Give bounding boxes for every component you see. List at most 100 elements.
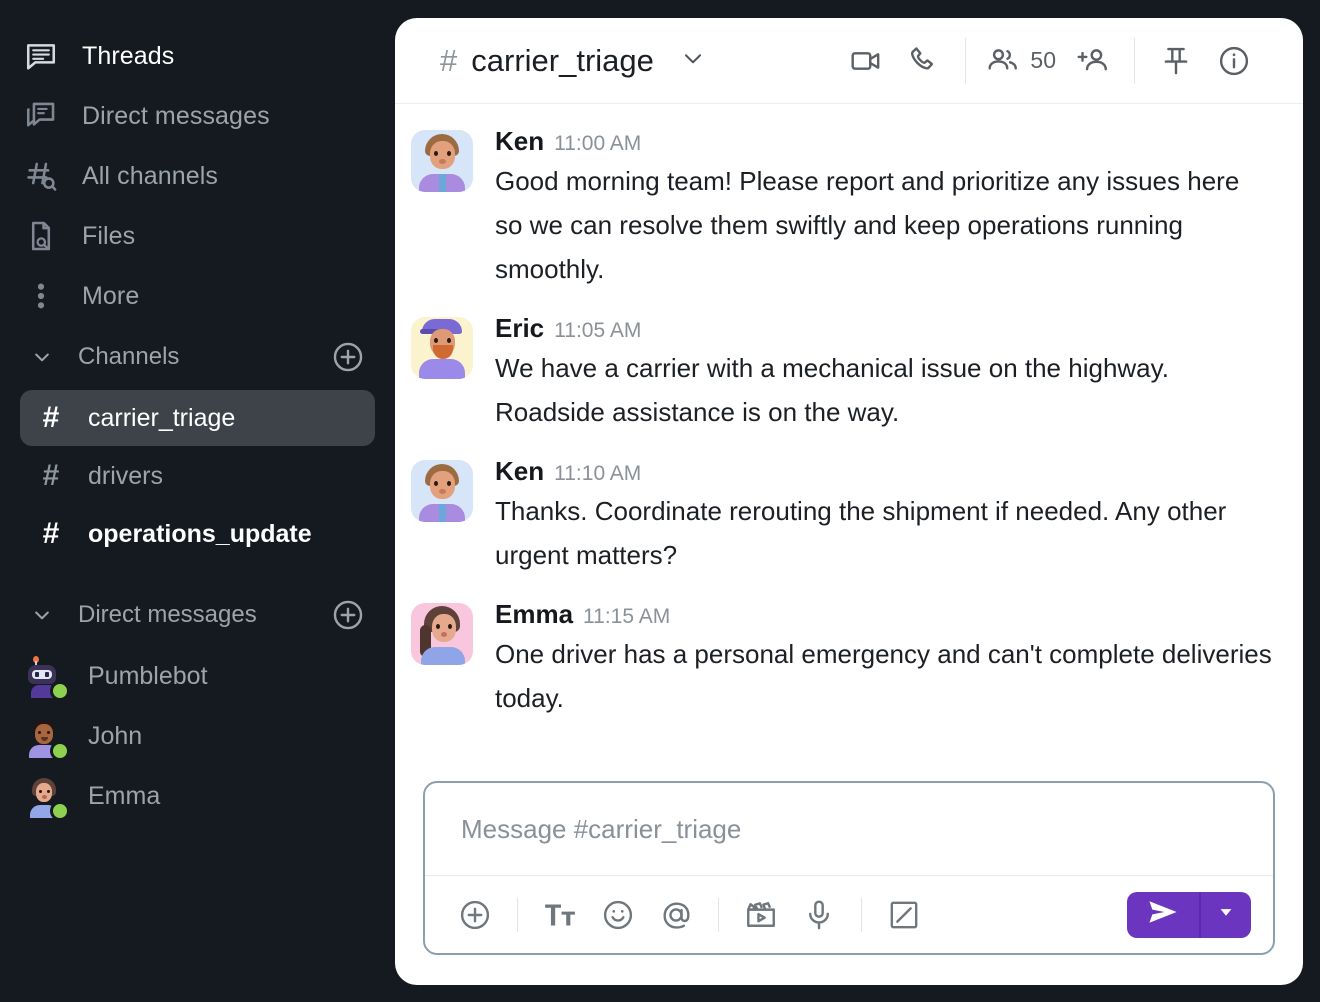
composer-toolbar	[425, 875, 1273, 953]
message-author[interactable]: Ken	[495, 126, 544, 157]
send-button-group	[1127, 891, 1251, 938]
add-dm-button[interactable]	[331, 598, 365, 632]
message-timestamp: 11:10 AM	[554, 462, 642, 485]
sidebar-item-direct-messages[interactable]: Direct messages	[0, 86, 395, 146]
channel-header: # carrier_triage 50	[395, 18, 1303, 104]
sidebar-channel-drivers[interactable]: # drivers	[20, 448, 375, 504]
sidebar-item-label: More	[82, 281, 140, 310]
message-meta: Emma 11:15 AM	[495, 599, 1273, 630]
video-call-icon[interactable]	[841, 36, 891, 86]
dm-section-header[interactable]: Direct messages	[0, 584, 395, 646]
message-item: Eric 11:05 AM We have a carrier with a m…	[403, 313, 1273, 434]
info-icon[interactable]	[1209, 36, 1259, 86]
chevron-down-icon[interactable]	[680, 45, 706, 76]
message-timestamp: 11:15 AM	[583, 605, 671, 628]
sidebar-dm-john[interactable]: John	[0, 706, 395, 766]
more-icon	[22, 277, 60, 315]
sidebar-channel-operations_update[interactable]: # operations_update	[20, 506, 375, 562]
header-actions: 50	[825, 36, 1275, 86]
draw-icon[interactable]	[878, 889, 930, 941]
channel-name: operations_update	[88, 519, 312, 548]
caret-down-icon	[1216, 902, 1236, 927]
hash-icon: #	[42, 401, 60, 434]
channels-section-header[interactable]: Channels	[0, 326, 395, 388]
dm-section-title: Direct messages	[78, 601, 257, 628]
avatar	[22, 654, 70, 701]
message-item: Ken 11:10 AM Thanks. Coordinate reroutin…	[403, 456, 1273, 577]
sidebar-item-files[interactable]: Files	[0, 206, 395, 266]
avatar	[22, 774, 70, 821]
message-body: Ken 11:00 AM Good morning team! Please r…	[495, 126, 1273, 291]
hash-icon: #	[440, 42, 458, 78]
message-meta: Ken 11:10 AM	[495, 456, 1273, 487]
message-item: Ken 11:00 AM Good morning team! Please r…	[403, 126, 1273, 291]
message-text: One driver has a personal emergency and …	[495, 639, 1272, 713]
hash-icon: #	[42, 459, 60, 492]
send-button[interactable]	[1127, 892, 1199, 938]
message-timestamp: 11:05 AM	[554, 319, 642, 342]
message-composer: Message #carrier_triage	[423, 781, 1275, 955]
channel-title-dropdown[interactable]: # carrier_triage	[440, 43, 706, 79]
direct-messages-icon	[22, 97, 60, 135]
hash-icon: #	[42, 517, 60, 550]
pumble-app: Threads Direct messages All channels Fil…	[0, 0, 1320, 1002]
message-text: Thanks. Coordinate rerouting the shipmen…	[495, 496, 1227, 570]
sidebar-item-label: Threads	[82, 41, 175, 70]
format-text-icon[interactable]	[534, 889, 586, 941]
call-actions-group	[825, 36, 965, 86]
add-channel-button[interactable]	[331, 340, 365, 374]
attach-plus-icon[interactable]	[449, 889, 501, 941]
channel-panel: # carrier_triage 50 Ken 11:00 AM Good mo…	[395, 18, 1303, 985]
message-author[interactable]: Eric	[495, 313, 544, 344]
phone-call-icon[interactable]	[899, 36, 949, 86]
message-author[interactable]: Emma	[495, 599, 573, 630]
channel-name: drivers	[88, 461, 164, 490]
chevron-down-icon[interactable]	[32, 605, 52, 625]
add-member-icon[interactable]	[1068, 36, 1118, 86]
sidebar-item-label: Files	[82, 221, 136, 250]
sidebar-item-all-channels[interactable]: All channels	[0, 146, 395, 206]
page-title: carrier_triage	[471, 42, 654, 78]
divider	[718, 897, 719, 932]
channel-name: carrier_triage	[88, 403, 236, 432]
emoji-icon[interactable]	[592, 889, 644, 941]
message-author[interactable]: Ken	[495, 456, 544, 487]
microphone-icon[interactable]	[793, 889, 845, 941]
sidebar-dm-pumblebot[interactable]: Pumblebot	[0, 646, 395, 706]
message-body: Eric 11:05 AM We have a carrier with a m…	[495, 313, 1273, 434]
members-button[interactable]: 50	[982, 36, 1060, 86]
message-timestamp: 11:00 AM	[554, 132, 642, 155]
presence-indicator-online	[50, 681, 70, 701]
avatar	[411, 603, 473, 665]
chevron-down-icon[interactable]	[32, 347, 52, 367]
send-options-button[interactable]	[1201, 892, 1251, 938]
sidebar-dm-emma[interactable]: Emma	[0, 766, 395, 826]
message-list: Ken 11:00 AM Good morning team! Please r…	[395, 104, 1303, 781]
utility-group	[1135, 36, 1275, 86]
avatar	[411, 317, 473, 379]
sidebar-item-threads[interactable]: Threads	[0, 26, 395, 86]
sidebar-item-more[interactable]: More	[0, 266, 395, 326]
send-icon	[1146, 895, 1180, 934]
avatar	[22, 714, 70, 761]
dm-name: Emma	[88, 781, 161, 810]
files-icon	[22, 217, 60, 255]
message-item: Emma 11:15 AM One driver has a personal …	[403, 599, 1273, 720]
video-clip-icon[interactable]	[735, 889, 787, 941]
sidebar-channel-carrier_triage[interactable]: # carrier_triage	[20, 390, 375, 446]
message-text: We have a carrier with a mechanical issu…	[495, 353, 1169, 427]
pin-icon[interactable]	[1151, 36, 1201, 86]
message-meta: Eric 11:05 AM	[495, 313, 1273, 344]
member-count: 50	[1030, 47, 1056, 73]
dm-name: Pumblebot	[88, 661, 208, 690]
mention-icon[interactable]	[650, 889, 702, 941]
all-channels-icon	[22, 157, 60, 195]
divider	[861, 897, 862, 932]
presence-indicator-online	[50, 741, 70, 761]
avatar	[411, 130, 473, 192]
threads-icon	[22, 37, 60, 75]
avatar	[411, 460, 473, 522]
message-text: Good morning team! Please report and pri…	[495, 166, 1240, 284]
message-input[interactable]: Message #carrier_triage	[425, 783, 1273, 875]
divider	[517, 897, 518, 932]
